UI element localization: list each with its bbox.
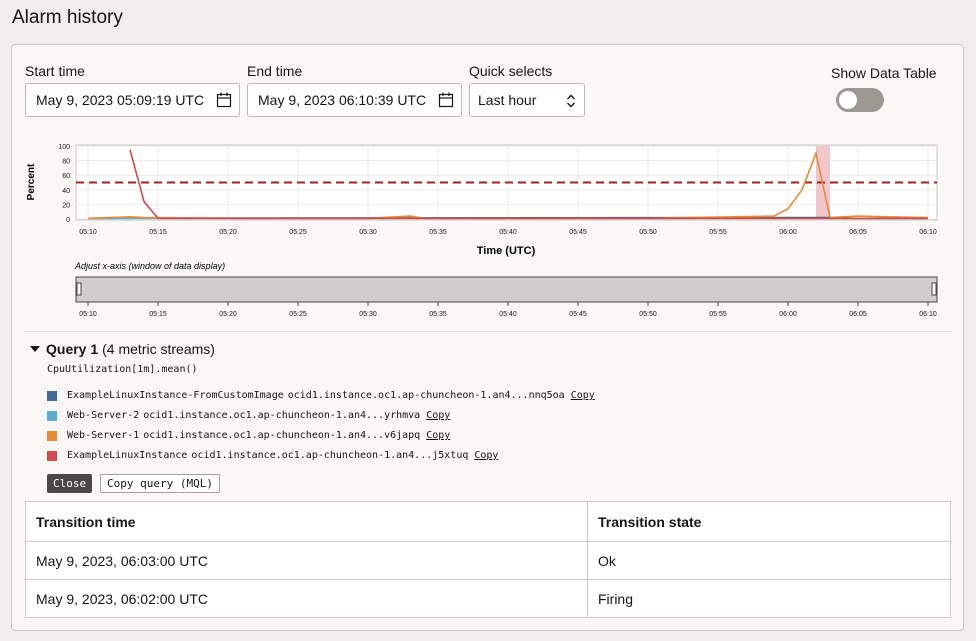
slider-label: Adjust x-axis (window of data display) (74, 261, 225, 271)
slider-tick-label: 05:50 (639, 311, 657, 318)
x-tick-label: 06:05 (849, 229, 867, 236)
metric-stream-row: Web-Server-2 ocid1.instance.oc1.ap-chunc… (47, 410, 450, 421)
transitions-table: Transition time Transition state May 9, … (25, 501, 951, 618)
slider-tick-label: 05:40 (499, 311, 517, 318)
stream-name: Web-Server-1 (67, 430, 140, 441)
metric-stream-row: ExampleLinuxInstance-FromCustomImage oci… (47, 390, 595, 401)
slider-tick-label: 05:25 (289, 311, 307, 318)
y-tick-label: 0 (66, 217, 70, 224)
copy-ocid-link[interactable]: Copy (426, 430, 450, 441)
x-axis-window-slider[interactable] (75, 276, 938, 303)
slider-tick-label: 06:05 (849, 311, 867, 318)
metric-stream-row: ExampleLinuxInstance ocid1.instance.oc1.… (47, 450, 498, 461)
query-stream-count: (4 metric streams) (102, 341, 215, 357)
table-header-row: Transition time Transition state (25, 501, 951, 542)
x-tick-label: 05:15 (149, 229, 167, 236)
copy-ocid-link[interactable]: Copy (426, 410, 450, 421)
table-row: May 9, 2023, 06:02:00 UTC Firing (25, 579, 951, 618)
stream-ocid: ocid1.instance.oc1.ap-chuncheon-1.an4...… (143, 430, 421, 441)
page-title: Alarm history (12, 7, 123, 28)
query-1-header[interactable]: Query 1 (4 metric streams) (30, 341, 215, 357)
stream-name: ExampleLinuxInstance (67, 450, 188, 461)
y-tick-label: 40 (62, 188, 70, 195)
slider-tick-label: 05:55 (709, 311, 727, 318)
stream-ocid: ocid1.instance.oc1.ap-chuncheon-1.an4...… (287, 390, 565, 401)
close-button[interactable]: Close (47, 474, 93, 493)
copy-ocid-link[interactable]: Copy (571, 390, 595, 401)
x-tick-label: 05:20 (219, 229, 237, 236)
slider-tick-label: 05:20 (219, 311, 237, 318)
x-tick-label: 06:10 (919, 229, 937, 236)
copy-ocid-link[interactable]: Copy (474, 450, 498, 461)
slider-tick-label: 05:30 (359, 311, 377, 318)
stream-color-swatch (47, 450, 57, 461)
copy-query-button[interactable]: Copy query (MQL) (100, 474, 220, 493)
x-tick-label: 05:45 (569, 229, 587, 236)
slider-handle-right[interactable] (931, 282, 937, 296)
y-axis-label: Percent (26, 163, 37, 200)
alarm-history-panel: Start time May 9, 2023 05:09:19 UTC End … (11, 44, 964, 631)
y-tick-label: 20 (62, 202, 70, 209)
transition-time-cell: May 9, 2023, 06:02:00 UTC (25, 579, 588, 618)
caret-down-icon (30, 346, 40, 352)
query-title: Query 1 (46, 341, 99, 357)
stream-ocid: ocid1.instance.oc1.ap-chuncheon-1.an4...… (143, 410, 421, 421)
transition-time-cell: May 9, 2023, 06:03:00 UTC (25, 541, 588, 580)
query-expression: CpuUtilization[1m].mean() (47, 364, 198, 375)
y-tick-label: 100 (58, 144, 70, 151)
transition-state-cell: Ok (587, 541, 951, 580)
y-tick-label: 80 (62, 159, 70, 166)
x-tick-label: 05:35 (429, 229, 447, 236)
slider-tick-label: 05:15 (149, 311, 167, 318)
slider-tick-label: 06:00 (779, 311, 797, 318)
slider-tick-label: 05:35 (429, 311, 447, 318)
x-tick-label: 05:40 (499, 229, 517, 236)
stream-color-swatch (47, 410, 57, 421)
x-tick-label: 05:55 (709, 229, 727, 236)
x-tick-label: 05:50 (639, 229, 657, 236)
column-header-transition-state: Transition state (587, 501, 951, 542)
slider-tick-label: 06:10 (919, 311, 937, 318)
slider-handle-left[interactable] (76, 282, 82, 296)
metric-stream-row: Web-Server-1 ocid1.instance.oc1.ap-chunc… (47, 430, 450, 441)
slider-tick-label: 05:45 (569, 311, 587, 318)
stream-ocid: ocid1.instance.oc1.ap-chuncheon-1.an4...… (191, 450, 469, 461)
x-tick-label: 05:30 (359, 229, 377, 236)
stream-name: Web-Server-2 (67, 410, 140, 421)
divider (24, 331, 951, 332)
x-tick-label: 05:25 (289, 229, 307, 236)
transition-state-cell: Firing (598, 590, 634, 607)
x-tick-label: 06:00 (779, 229, 797, 236)
stream-color-swatch (47, 430, 57, 441)
column-header-transition-time: Transition time (25, 501, 588, 542)
y-tick-label: 60 (62, 173, 70, 180)
cpu-utilization-chart: Percent Time (UTC) 05:10 05:15 05:20 05:25 0… (26, 144, 938, 318)
table-row: May 9, 2023, 06:03:00 UTC Ok (25, 541, 951, 580)
slider-tick-label: 05:10 (79, 311, 97, 318)
x-axis-label: Time (UTC) (477, 245, 536, 257)
stream-color-swatch (47, 390, 57, 401)
stream-name: ExampleLinuxInstance-FromCustomImage (67, 390, 284, 401)
x-tick-label: 05:10 (79, 229, 97, 236)
